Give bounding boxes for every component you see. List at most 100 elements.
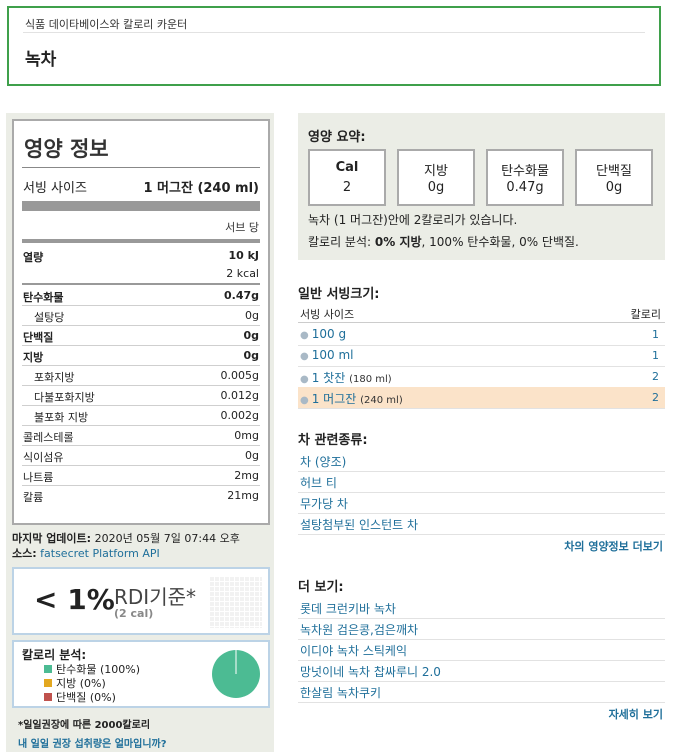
nutrient-row-fat: 지방 0g [22, 345, 260, 366]
bullet-icon: ● [300, 330, 309, 341]
related-link[interactable]: 설탕첨부된 인스턴트 차 [300, 516, 418, 533]
summary-card-value: 0g [427, 180, 445, 195]
serving-size-link[interactable]: 100 g [312, 327, 346, 341]
breadcrumb[interactable]: 식품 데이타베이스와 칼로리 카운터 [25, 16, 187, 32]
nutrition-medium-bar [22, 239, 260, 243]
nutrient-label: 식이섬유 [23, 451, 64, 464]
rdi-grid-graphic [210, 576, 262, 628]
breakdown-prefix: 칼로리 분석: [308, 235, 372, 249]
nutrient-label: 다불포화지방 [34, 391, 95, 404]
source-label: 소스: [12, 547, 37, 560]
related-more-link[interactable]: 차의 영양정보 더보기 [564, 538, 663, 554]
serving-calories[interactable]: 1 [652, 349, 659, 362]
summary-card-value: 0.47g [506, 180, 544, 195]
serving-size-label: 서빙 사이즈 [23, 181, 87, 196]
related-title: 차 관련종류: [298, 433, 368, 448]
see-more-item[interactable]: 롯데 크런키바 녹차 [298, 597, 665, 619]
nutrient-label: 불포화 지방 [34, 411, 89, 424]
nutrient-value: 10 kJ [228, 249, 259, 262]
breakdown-item-label: 단백질 (0%) [56, 691, 116, 704]
nutrient-value: 0.47g [223, 289, 259, 302]
page-title: 녹차 [25, 50, 57, 70]
serving-calories[interactable]: 2 [652, 391, 659, 404]
serving-size-link[interactable]: 1 머그잔 [312, 392, 357, 406]
nutrient-label: 탄수화물 [23, 291, 64, 304]
see-more-link[interactable]: 녹차원 검은콩,검은깨차 [300, 621, 418, 638]
nutrient-value: 2mg [234, 469, 259, 482]
see-more-item[interactable]: 이디야 녹차 스틱케익 [298, 639, 665, 661]
source-link[interactable]: fatsecret Platform API [40, 547, 160, 560]
per-serving-label: 서브 당 [225, 221, 259, 234]
serving-size-note: (180 ml) [349, 374, 392, 385]
nutrient-value: 21mg [227, 489, 259, 502]
updated-value: 2020년 05월 7일 07:44 오후 [94, 532, 240, 545]
nutrient-label: 나트륨 [23, 471, 54, 484]
nutrient-label: 단백질 [23, 331, 54, 344]
header-box: 식품 데이타베이스와 칼로리 카운터 녹차 [7, 6, 661, 86]
nutrient-label: 포화지방 [34, 371, 75, 384]
nutrition-summary: 영양 요약: Cal 2 지방 0g 탄수화물 0.47g 단백질 0g 녹차 … [298, 113, 665, 260]
carbs-swatch [44, 665, 52, 673]
nutrient-label: 지방 [23, 351, 44, 364]
see-more-more-link[interactable]: 자세히 보기 [609, 706, 663, 722]
serving-calories[interactable]: 1 [652, 328, 659, 341]
see-more-link[interactable]: 망넛이네 녹차 찹싸루니 2.0 [300, 663, 441, 680]
nutrient-label: 콜레스테롤 [23, 431, 74, 444]
summary-card-fat: 지방 0g [397, 149, 475, 206]
daily-intake-link[interactable]: 내 일일 권장 섭취량은 얼마입니까? [18, 735, 167, 750]
related-item[interactable]: 허브 티 [298, 471, 665, 493]
nutrient-value: 0mg [234, 429, 259, 442]
servings-col-cal: 칼로리 [630, 308, 661, 321]
serving-size-value: 1 머그잔 (240 ml) [143, 181, 259, 196]
summary-card-label: 단백질 [596, 164, 632, 179]
rdi-percent: < 1% [34, 583, 115, 616]
summary-title: 영양 요약: [308, 130, 366, 145]
related-link[interactable]: 차 (양조) [300, 453, 346, 470]
servings-header: 서빙 사이즈 칼로리 [298, 304, 665, 323]
nutrient-value: 0.012g [220, 389, 259, 402]
calorie-breakdown-box: 칼로리 분석: 탄수화물 (100%) 지방 (0%) 단백질 (0%) [12, 640, 270, 708]
serving-size-link[interactable]: 1 찻잔 [312, 371, 346, 385]
nutrition-title: 영양 정보 [24, 137, 109, 161]
summary-card-carbs: 탄수화물 0.47g [486, 149, 564, 206]
related-item[interactable]: 무가당 차 [298, 492, 665, 514]
related-link[interactable]: 허브 티 [300, 474, 337, 491]
breakdown-item-protein: 단백질 (0%) [44, 689, 116, 705]
related-item[interactable]: 차 (양조) [298, 450, 665, 472]
related-item[interactable]: 설탕첨부된 인스턴트 차 [298, 513, 665, 535]
nutrition-facts-label: 영양 정보 서빙 사이즈 1 머그잔 (240 ml) 서브 당 열량 10 k… [12, 119, 270, 525]
rdi-calories: (2 cal) [114, 607, 154, 620]
summary-card-cal: Cal 2 [308, 149, 386, 206]
nutrient-row-energy: 열량 10 kJ [22, 245, 260, 265]
nutrient-row-unsaturated-fat: 불포화 지방 0.002g [22, 405, 260, 426]
rdi-footnote: *일일권장에 따른 2000칼로리 [18, 720, 151, 731]
summary-card-label: 탄수화물 [501, 164, 549, 179]
see-more-link[interactable]: 한살림 녹차쿠키 [300, 684, 381, 701]
summary-card-value: 2 [342, 180, 352, 195]
nutrient-row-saturated-fat: 포화지방 0.005g [22, 365, 260, 386]
see-more-link[interactable]: 롯데 크런키바 녹차 [300, 600, 396, 617]
nutrient-row-carbs: 탄수화물 0.47g [22, 285, 260, 306]
related-link[interactable]: 무가당 차 [300, 495, 348, 512]
see-more-item[interactable]: 한살림 녹차쿠키 [298, 681, 665, 703]
summary-card-value: 0g [605, 180, 623, 195]
serving-row-selected[interactable]: ● 1 머그잔 (240 ml) 2 [298, 387, 665, 409]
serving-row[interactable]: ● 100 ml 1 [298, 345, 665, 367]
nutrient-row-polyunsaturated-fat: 다불포화지방 0.012g [22, 385, 260, 406]
serving-size-link[interactable]: 100 ml [312, 348, 354, 362]
servings-title: 일반 서빙크기: [298, 287, 380, 302]
see-more-link[interactable]: 이디야 녹차 스틱케익 [300, 642, 407, 659]
bullet-icon: ● [300, 374, 309, 385]
nutrient-row-kcal: 2 kcal [22, 263, 260, 285]
see-more-item[interactable]: 녹차원 검은콩,검은깨차 [298, 618, 665, 640]
breakdown-rest: , 100% 탄수화물, 0% 단백질. [421, 235, 579, 249]
serving-calories[interactable]: 2 [652, 370, 659, 383]
nutrient-value: 2 kcal [226, 267, 259, 280]
serving-row[interactable]: ● 1 찻잔 (180 ml) 2 [298, 366, 665, 388]
serving-row[interactable]: ● 100 g 1 [298, 324, 665, 346]
fat-swatch [44, 679, 52, 687]
see-more-item[interactable]: 망넛이네 녹차 찹싸루니 2.0 [298, 660, 665, 682]
header-divider [23, 32, 645, 33]
nutrient-row-cholesterol: 콜레스테롤 0mg [22, 425, 260, 446]
bullet-icon: ● [300, 395, 309, 406]
